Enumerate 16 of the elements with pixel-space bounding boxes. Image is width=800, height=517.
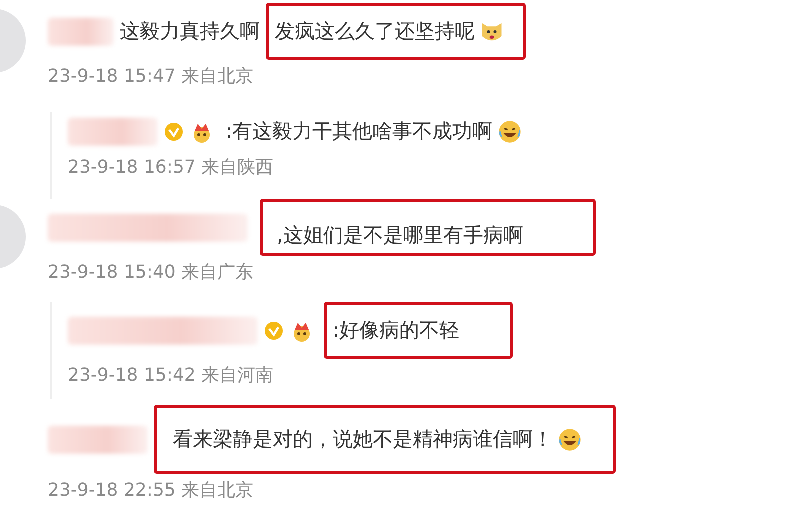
laughing-emoji-icon xyxy=(557,426,583,452)
blurred-name xyxy=(48,18,114,46)
verified-icon xyxy=(264,320,284,340)
laughing-emoji-icon xyxy=(496,118,523,144)
comment-text: 看来梁静是对的，说她不是精神病谁信啊！ xyxy=(173,426,553,453)
comment-text: ,这姐们是不是哪里有手病啊 xyxy=(277,222,524,249)
comment-text: :好像病的不轻 xyxy=(333,317,460,344)
comment-time: 23-9-18 15:42 来自河南 xyxy=(68,364,275,387)
comment-text: 发疯这么久了还坚持呢 xyxy=(275,18,475,45)
comment-time: 23-9-18 15:47 来自北京 xyxy=(48,65,255,88)
comment-text: :有这毅力干其他啥事不成功啊 xyxy=(226,118,493,145)
verified-icon xyxy=(164,122,184,142)
comment-time: 23-9-18 15:40 来自广东 xyxy=(48,261,255,284)
comment-time: 23-9-18 22:55 来自北京 xyxy=(48,479,255,502)
comment-text: 这毅力真持久啊 xyxy=(120,18,260,45)
comment-time: 23-9-18 16:57 来自陕西 xyxy=(68,156,275,179)
